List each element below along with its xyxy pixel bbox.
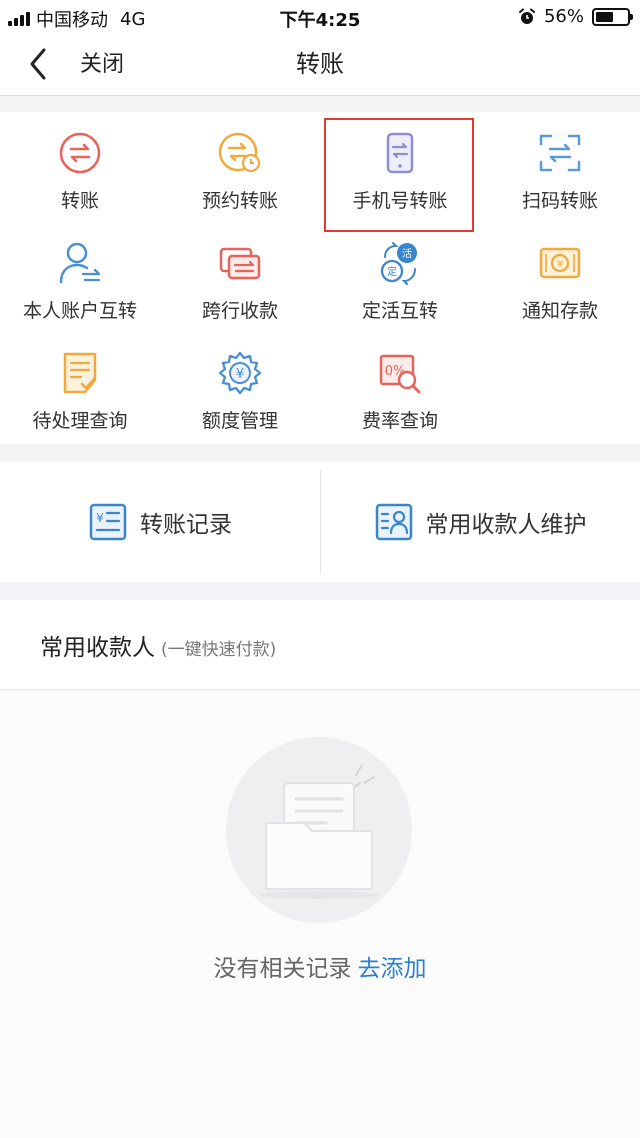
no-records-text: 没有相关记录 <box>213 956 352 982</box>
battery-icon <box>592 7 633 26</box>
grid-label: 转账 <box>60 190 99 212</box>
frequent-payees-header: 常用收款人 (一键快速付款) <box>0 600 640 690</box>
grid-label: 费率查询 <box>361 410 438 432</box>
grid-item-limit-management[interactable]: ¥ 额度管理 <box>160 332 320 442</box>
scan-transfer-icon <box>539 134 581 172</box>
svg-text:¥: ¥ <box>96 511 104 525</box>
fixed-current-transfer-icon: 活 定 <box>380 242 417 285</box>
limit-management-icon: ¥ <box>218 351 262 395</box>
grid-label: 预约转账 <box>201 190 278 212</box>
svg-text:定: 定 <box>387 265 397 278</box>
status-bar: 中国移动 4G 下午4:25 56% <box>0 0 640 34</box>
grid-label: 额度管理 <box>201 410 278 432</box>
empty-message: 没有相关记录 去添加 <box>0 949 640 983</box>
grid-item-phone-transfer[interactable]: 手机号转账 <box>320 112 480 222</box>
notice-deposit-icon: ¥ <box>539 247 581 279</box>
add-payee-link[interactable]: 去添加 <box>358 956 427 982</box>
payee-maintenance-label: 常用收款人维护 <box>425 512 587 538</box>
grid-label: 手机号转账 <box>352 190 448 212</box>
grid-label: 跨行收款 <box>201 300 278 322</box>
rate-query-icon: 0% <box>379 354 421 394</box>
grid-label: 定活互转 <box>361 300 438 322</box>
own-account-transfer-icon <box>59 242 101 284</box>
battery-percent: 56% <box>543 6 584 27</box>
quick-actions: ¥ 转账记录 常用收款人维护 <box>0 462 640 582</box>
transfer-records-label: 转账记录 <box>140 512 232 538</box>
empty-state: 没有相关记录 去添加 <box>0 691 640 1138</box>
battery-level <box>596 11 613 22</box>
svg-text:¥: ¥ <box>557 259 563 270</box>
grid-item-fixed-current-transfer[interactable]: 活 定 定活互转 <box>320 222 480 332</box>
status-right: 56% <box>518 6 633 27</box>
alarm-icon <box>518 8 535 24</box>
grid-item-pending-query[interactable]: 待处理查询 <box>0 332 160 442</box>
interbank-collection-icon <box>219 247 261 280</box>
phone-transfer-icon <box>386 132 414 174</box>
nav-bar: 关闭 转账 <box>0 34 640 96</box>
payee-manage-icon <box>375 503 412 541</box>
grid-item-transfer[interactable]: 转账 <box>0 112 160 222</box>
grid-label: 待处理查询 <box>32 410 128 432</box>
grid-label: 通知存款 <box>521 300 598 322</box>
grid-item-own-account-transfer[interactable]: 本人账户互转 <box>0 222 160 332</box>
payee-maintenance-button[interactable]: 常用收款人维护 <box>320 462 640 582</box>
payees-title-text: 常用收款人 <box>40 635 155 661</box>
grid-label: 本人账户互转 <box>22 300 137 322</box>
transfer-icon <box>59 132 101 174</box>
frequent-payees-title: 常用收款人 (一键快速付款) <box>40 628 276 662</box>
scheduled-transfer-icon <box>218 132 261 173</box>
grid-item-interbank-collection[interactable]: 跨行收款 <box>160 222 320 332</box>
grid-item-notice-deposit[interactable]: ¥ 通知存款 <box>480 222 640 332</box>
grid-item-scheduled-transfer[interactable]: 预约转账 <box>160 112 320 222</box>
transfer-records-button[interactable]: ¥ 转账记录 <box>0 462 320 582</box>
pending-query-icon <box>63 352 97 394</box>
transfer-record-icon: ¥ <box>89 503 127 541</box>
svg-text:活: 活 <box>402 248 412 260</box>
transfer-function-grid: 转账 预约转账 手机号转账 扫码转账 本人账户互转 跨行收款 活 定 定活互转 … <box>0 112 640 444</box>
grid-item-rate-query[interactable]: 0% 费率查询 <box>320 332 480 442</box>
empty-folder-icon <box>226 737 412 923</box>
grid-item-scan-transfer[interactable]: 扫码转账 <box>480 112 640 222</box>
svg-text:¥: ¥ <box>236 367 244 382</box>
page-title: 转账 <box>296 50 344 78</box>
grid-label: 扫码转账 <box>521 190 598 212</box>
payees-subtitle: (一键快速付款) <box>161 640 277 660</box>
